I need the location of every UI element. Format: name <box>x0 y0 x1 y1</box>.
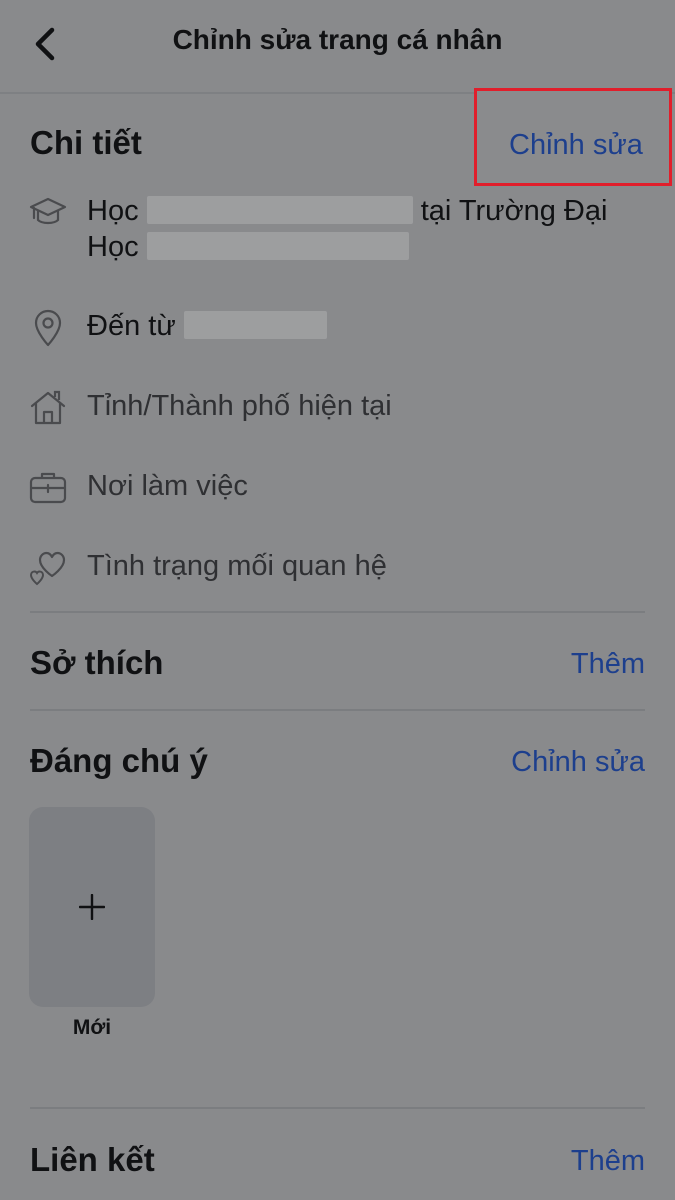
detail-education-text: Học tại Trường Đại Học <box>87 195 608 263</box>
redacted-text <box>146 232 409 260</box>
hobbies-section-title: Sở thích <box>30 644 164 681</box>
links-section-title: Liên kết <box>30 1141 155 1178</box>
new-featured-label: Mới <box>72 1016 112 1039</box>
detail-hometown[interactable]: Đến từ <box>28 308 648 348</box>
briefcase-icon <box>28 468 68 508</box>
detail-workplace[interactable]: Nơi làm việc <box>28 468 648 508</box>
location-pin-icon <box>28 308 68 348</box>
links-add-button[interactable]: Thêm <box>571 1145 645 1178</box>
divider <box>30 709 645 711</box>
page-title: Chỉnh sửa trang cá nhân <box>172 24 503 55</box>
detail-hometown-text: Đến từ <box>87 308 327 344</box>
graduation-cap-icon <box>28 193 68 233</box>
plus-icon <box>29 887 155 920</box>
detail-current-city-text: Tỉnh/Thành phố hiện tại <box>87 390 392 422</box>
detail-relationship-text: Tình trạng mối quan hệ <box>87 550 387 582</box>
home-icon <box>28 388 68 428</box>
detail-education[interactable]: Học tại Trường Đại Học <box>28 193 648 273</box>
detail-workplace-text: Nơi làm việc <box>87 470 248 502</box>
hobbies-add-button[interactable]: Thêm <box>571 648 645 681</box>
featured-edit-button[interactable]: Chỉnh sửa <box>511 746 645 779</box>
divider <box>30 611 645 613</box>
featured-section-title: Đáng chú ý <box>30 742 208 779</box>
hearts-icon <box>28 548 68 588</box>
redacted-text <box>146 196 413 224</box>
divider <box>30 1107 645 1109</box>
details-section-title: Chi tiết <box>30 124 142 161</box>
header: Chỉnh sửa trang cá nhân <box>0 0 675 94</box>
redacted-text <box>183 311 327 339</box>
details-edit-button[interactable]: Chỉnh sửa <box>474 88 672 186</box>
new-featured-card[interactable] <box>29 807 155 1007</box>
detail-relationship[interactable]: Tình trạng mối quan hệ <box>28 548 648 588</box>
detail-current-city[interactable]: Tỉnh/Thành phố hiện tại <box>28 388 648 428</box>
details-edit-label: Chỉnh sửa <box>509 129 643 161</box>
